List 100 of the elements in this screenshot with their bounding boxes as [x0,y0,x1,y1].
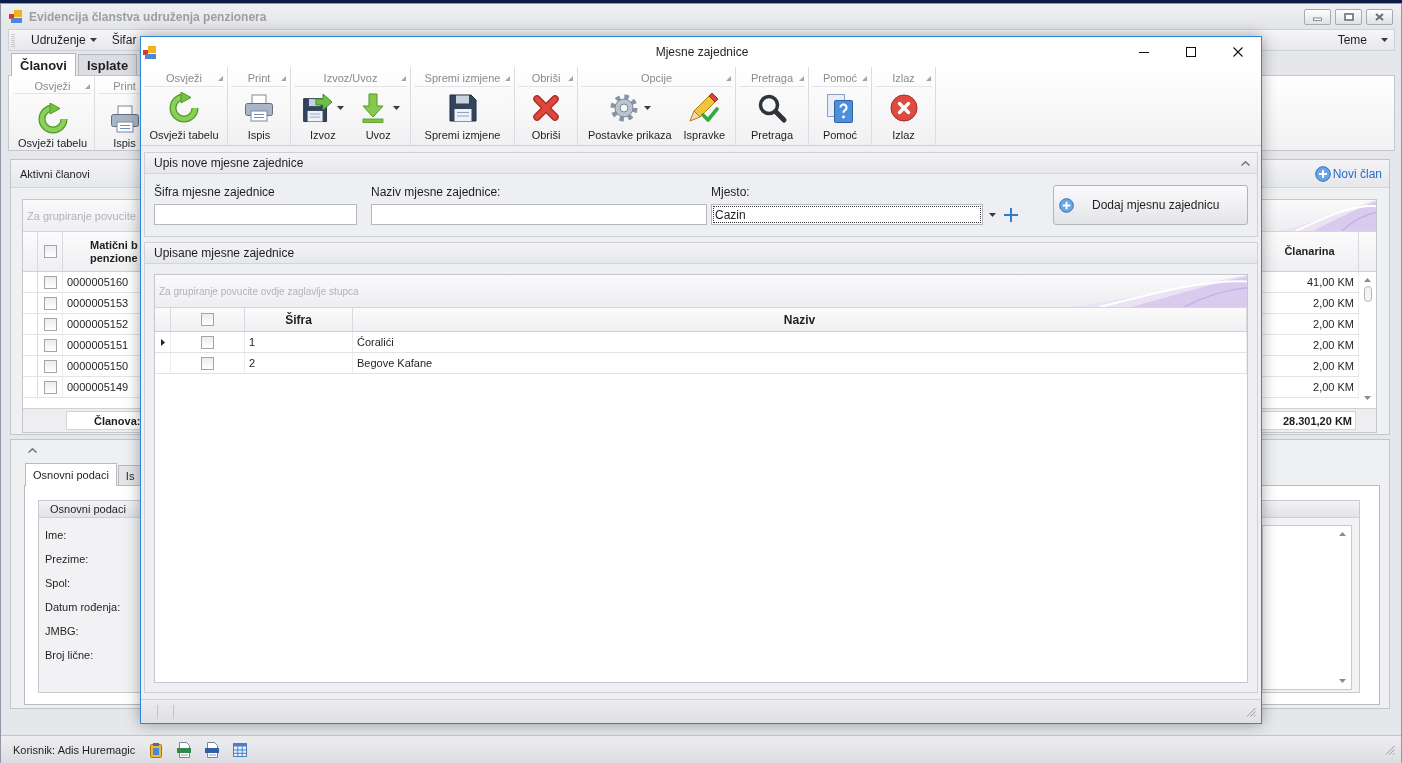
refresh-icon [168,92,200,124]
table-cell: Begove Kafane [357,357,433,369]
panel-title: Aktivni članovi [20,167,90,180]
menu-item[interactable]: Teme [1335,30,1390,50]
checkbox[interactable] [43,338,57,352]
field-label: JMBG: [45,625,79,638]
table-cell: 0000005150 [67,360,129,372]
checkbox[interactable] [43,245,57,258]
ribbon-button[interactable]: Spremi izmjene [422,92,503,142]
checkbox[interactable] [43,317,57,331]
checkbox[interactable] [201,356,214,370]
cross-icon [530,92,562,124]
table-row[interactable]: 1 Ćoralići [155,332,1247,353]
table-cell: 1 [249,336,256,348]
table-cell: 2,00 KM [1313,297,1354,309]
checkbox[interactable] [43,380,57,394]
caret-icon[interactable] [989,212,996,217]
checkbox[interactable] [201,313,214,326]
ribbon-button[interactable]: Obriši [528,92,564,142]
tab[interactable]: Is [117,465,143,485]
launcher-icon[interactable] [568,75,573,81]
maximize-icon[interactable] [1186,47,1196,57]
launcher-icon[interactable] [799,75,804,81]
launcher-icon[interactable] [505,75,510,81]
input-field[interactable] [371,204,707,225]
chevron-up-icon[interactable] [1241,160,1250,166]
checkbox[interactable] [43,296,57,310]
table-row[interactable]: 2 Begove Kafane [155,353,1247,374]
tab[interactable]: Isplate [77,54,138,75]
launcher-icon[interactable] [926,75,931,81]
launcher-icon[interactable] [862,75,867,81]
ribbon-button[interactable]: Ispravke [681,92,728,142]
spreadsheet-icon [176,741,193,758]
table-cell: 2,00 KM [1313,339,1354,351]
plus-icon[interactable] [1004,207,1018,222]
checkbox[interactable] [43,359,57,373]
tab[interactable]: Osnovni podaci [25,463,117,486]
launcher-icon[interactable] [281,75,286,81]
ribbon-button[interactable]: Izlaz [885,92,922,142]
field-label: Datum rođenja: [45,601,121,614]
menu-item[interactable]: Šifar [109,30,139,50]
group-hint: Za grupiranje povucite [27,209,136,222]
printer-icon [243,92,275,124]
column-header[interactable]: Šifra [245,308,353,331]
scroll-down-icon[interactable] [1364,396,1371,400]
ribbon-button[interactable]: Osvježi tabelu [147,92,221,142]
ribbon-button[interactable]: Osvježi tabelu [15,103,90,150]
group-caption: Pomoć [822,72,858,84]
menu-item[interactable]: Udruženje [29,30,99,50]
document-icon [204,741,221,758]
plus-circle-icon [1314,165,1331,182]
table-cell: Ćoralići [357,336,394,348]
table-cell: 2,00 KM [1313,318,1354,330]
group-caption: Osvježi [34,80,71,92]
memo-field[interactable] [1262,525,1352,690]
tab[interactable]: Članovi [11,53,76,76]
resize-grip-icon[interactable] [1385,744,1395,755]
scroll-up-icon[interactable] [1339,532,1346,536]
checkbox[interactable] [43,275,57,289]
table-icon [232,741,249,758]
ribbon-button[interactable]: Uvoz [354,92,402,142]
group-caption: Opcije [640,72,673,84]
field-label: Prezime: [45,553,89,566]
app-icon [9,10,22,23]
group-caption: Print [247,72,271,84]
add-button[interactable]: Dodaj mjesnu zajednicu [1053,185,1248,225]
ribbon-button[interactable]: Pretraga [748,92,796,142]
minimize-button[interactable] [1304,8,1331,25]
input-field[interactable] [154,204,357,225]
field-label: Mjesto: [711,185,750,199]
checkbox[interactable] [201,335,214,349]
table-cell: 2 [249,357,256,369]
ribbon-button[interactable]: Postavke prikaza [585,92,674,142]
close-button[interactable] [1366,8,1393,25]
launcher-icon[interactable] [726,75,731,81]
scroll-down-icon[interactable] [1339,679,1346,683]
launcher-icon[interactable] [401,75,406,81]
user-label: Korisnik: Adis Huremagic [13,743,136,756]
ribbon-button[interactable]: Izvoz [299,92,347,142]
dropdown-field[interactable]: Cazin [711,204,983,225]
chevron-up-icon[interactable] [28,448,37,453]
field-label: Naziv mjesne zajednice: [371,185,501,199]
close-icon [1375,12,1384,21]
new-member-link[interactable]: Novi član [1314,165,1382,182]
column-header[interactable]: Naziv [353,308,1247,331]
table-cell: 0000005160 [67,276,129,288]
app-icon [143,45,156,59]
table-cell: 2,00 KM [1313,360,1354,372]
launcher-icon[interactable] [85,83,90,89]
scroll-up-icon[interactable] [1364,278,1371,282]
panel-title: Upisane mjesne zajednice [154,246,295,260]
launcher-icon[interactable] [218,75,223,81]
maximize-button[interactable] [1335,8,1362,25]
scrollbar-thumb[interactable] [1363,286,1372,302]
ribbon-button[interactable]: Pomoć [820,92,860,142]
circle-x-icon [887,92,920,124]
resize-grip-icon[interactable] [1246,706,1256,717]
ribbon-button[interactable]: Ispis [241,92,277,142]
footer-cell: Članova: [66,411,141,430]
close-icon[interactable] [1233,47,1243,57]
